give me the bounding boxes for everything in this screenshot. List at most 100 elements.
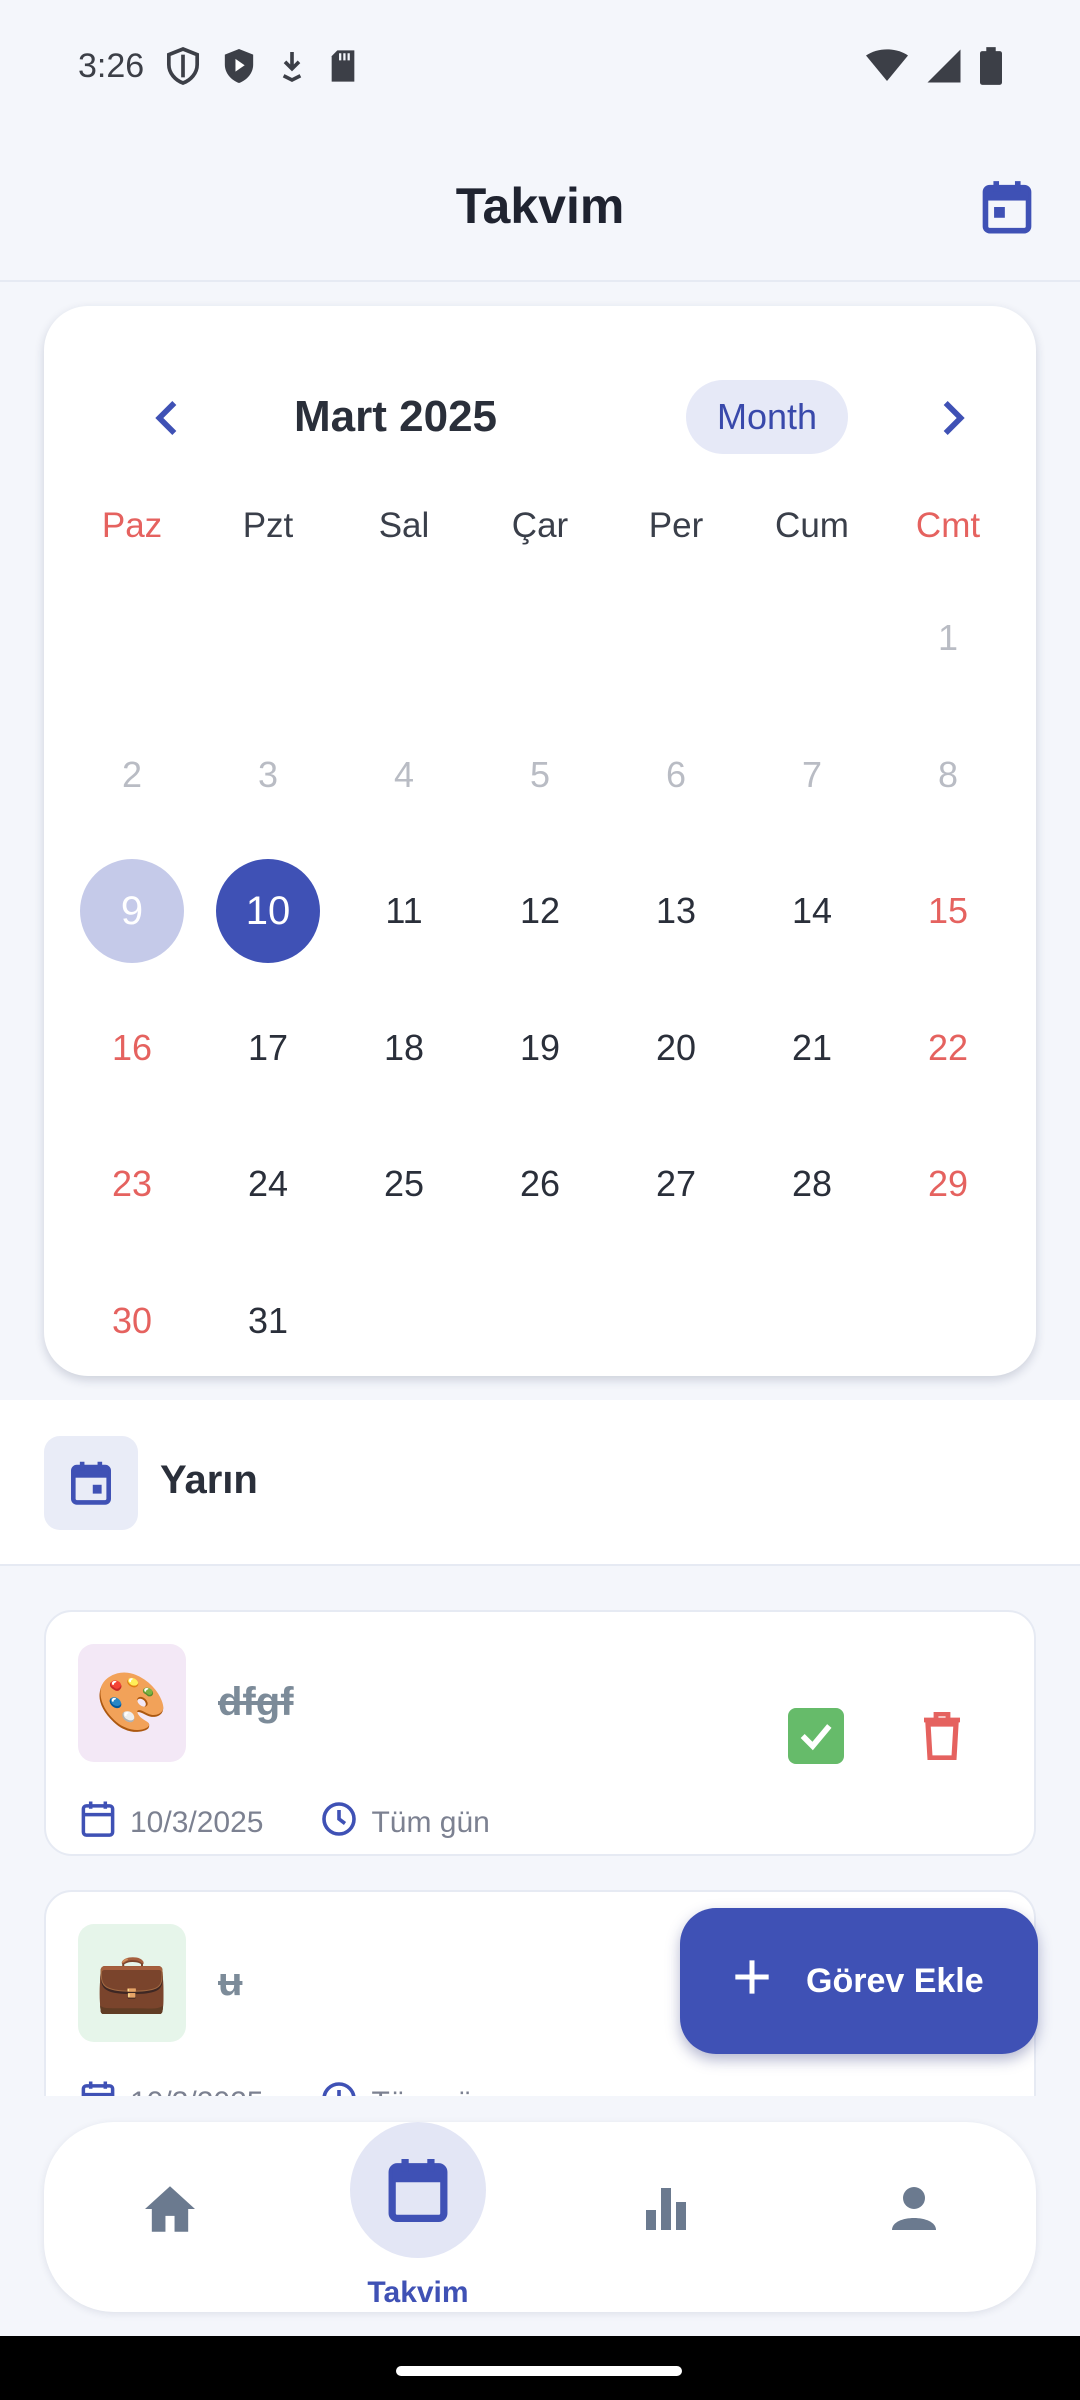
calendar-day[interactable]: 5 [472, 707, 608, 844]
add-task-label: Görev Ekle [806, 1961, 984, 2000]
calendar-day-number: 27 [655, 1163, 697, 1205]
calendar-day[interactable]: 23 [64, 1116, 200, 1253]
weekday-label: Çar [511, 506, 569, 545]
calendar-day[interactable]: 27 [608, 1116, 744, 1253]
add-task-button[interactable]: Görev Ekle [680, 1908, 1038, 2054]
calendar-day[interactable]: 3 [200, 707, 336, 844]
cell-signal-icon [926, 48, 962, 84]
calendar-day[interactable]: 9 [64, 843, 200, 980]
status-bar: 3:26 [0, 0, 1080, 132]
calendar-day[interactable]: 6 [608, 707, 744, 844]
section-title: Yarın [160, 1458, 258, 1502]
calendar-day[interactable]: 25 [336, 1116, 472, 1253]
calendar-day[interactable]: 29 [880, 1116, 1016, 1253]
bar-chart-icon [642, 2184, 690, 2237]
task-meta: 10/3/2025 Tüm gün [80, 2080, 490, 2096]
plus-icon [732, 1957, 772, 2006]
calendar-day[interactable]: 11 [336, 843, 472, 980]
calendar-day-number: 1 [937, 617, 959, 659]
calendar-day-number: 9 [80, 859, 184, 964]
calendar-day[interactable]: 12 [472, 843, 608, 980]
calendar-day-number: 24 [247, 1163, 289, 1205]
calendar-day[interactable]: 21 [744, 980, 880, 1117]
calendar-day[interactable]: 31 [200, 1253, 336, 1390]
weekday-label: Cum [775, 506, 849, 545]
format-toggle-button[interactable]: Month [686, 380, 848, 454]
calendar-day[interactable]: 28 [744, 1116, 880, 1253]
calendar-day[interactable]: 30 [64, 1253, 200, 1390]
calendar-day-number: 23 [111, 1163, 153, 1205]
checkbox-checked-icon[interactable] [788, 1708, 844, 1764]
calendar-day[interactable]: 14 [744, 843, 880, 980]
calendar-day[interactable]: 4 [336, 707, 472, 844]
task-title: u [218, 1960, 243, 2004]
calendar-day[interactable]: 18 [336, 980, 472, 1117]
download-icon [278, 49, 306, 83]
calendar-day-number: 21 [791, 1026, 833, 1068]
calendar-day-number: 18 [383, 1026, 425, 1068]
weekday-row: Paz Pzt Sal Çar Per Cum Cmt [64, 496, 1016, 556]
calendar-day-number: 5 [529, 753, 551, 795]
calendar-event-icon [44, 1436, 138, 1530]
calendar-day-number: 6 [665, 753, 687, 795]
bottom-navigation: Takvim [44, 2122, 1036, 2312]
calendar-day[interactable]: 17 [200, 980, 336, 1117]
person-icon [890, 2184, 938, 2237]
chevron-right-icon[interactable] [930, 394, 978, 442]
section-header: Yarın [0, 1400, 1080, 1566]
calendar-day[interactable]: 15 [880, 843, 1016, 980]
calendar-today-icon[interactable] [974, 174, 1040, 240]
shield-play-icon [222, 47, 256, 85]
weekday-label: Sal [378, 506, 430, 545]
calendar-day-number: 25 [383, 1163, 425, 1205]
calendar-day[interactable]: 8 [880, 707, 1016, 844]
nav-item-stats[interactable] [566, 2122, 766, 2312]
task-time: Tüm gün [371, 1806, 490, 1839]
task-time: Tüm gün [371, 2086, 489, 2096]
calendar-day[interactable]: 1 [880, 570, 1016, 707]
calendar-card: Mart 2025 Month Paz Pzt Sal Çar Per Cum … [44, 306, 1036, 1376]
nav-item-home[interactable] [70, 2122, 270, 2312]
task-card[interactable]: 🎨 dfgf 10/3/2025 Tüm gün [44, 1610, 1036, 1856]
calendar-day-number: 12 [519, 890, 561, 932]
task-title: dfgf [218, 1680, 294, 1724]
calendar-day-number: 26 [519, 1163, 561, 1205]
calendar-day-number: 30 [111, 1299, 153, 1341]
nav-label-calendar: Takvim [367, 2276, 469, 2309]
calendar-day[interactable]: 10 [200, 843, 336, 980]
calendar-icon [350, 2122, 486, 2258]
clock-icon [321, 2081, 357, 2096]
chevron-left-icon[interactable] [142, 394, 190, 442]
calendar-day-number: 17 [247, 1026, 289, 1068]
task-category-icon: 🎨 [78, 1644, 186, 1762]
weekday-label: Pzt [242, 506, 294, 545]
calendar-day-number: 19 [519, 1026, 561, 1068]
clock-icon [321, 1801, 357, 1845]
nav-item-calendar[interactable]: Takvim [318, 2122, 518, 2312]
home-indicator[interactable] [396, 2366, 682, 2376]
nav-item-profile[interactable] [814, 2122, 1014, 2312]
shield-outline-icon [166, 47, 200, 85]
calendar-day-number: 7 [801, 753, 823, 795]
calendar-day-number: 22 [927, 1026, 969, 1068]
calendar-day[interactable]: 7 [744, 707, 880, 844]
task-date: 10/3/2025 [130, 1806, 264, 1839]
calendar-day[interactable]: 2 [64, 707, 200, 844]
wifi-icon [866, 49, 908, 83]
battery-icon [980, 47, 1002, 85]
calendar-day[interactable]: 19 [472, 980, 608, 1117]
calendar-day[interactable]: 26 [472, 1116, 608, 1253]
calendar-day[interactable]: 20 [608, 980, 744, 1117]
calendar-day-number: 3 [257, 753, 279, 795]
calendar-day[interactable]: 22 [880, 980, 1016, 1117]
calendar-day[interactable]: 16 [64, 980, 200, 1117]
delete-icon[interactable] [914, 1704, 970, 1768]
calendar-day-number: 10 [216, 859, 320, 964]
calendar-day[interactable]: 13 [608, 843, 744, 980]
calendar-day-number: 29 [927, 1163, 969, 1205]
calendar-day[interactable]: 24 [200, 1116, 336, 1253]
calendar-day-number: 4 [393, 753, 415, 795]
calendar-day-number: 8 [937, 753, 959, 795]
calendar-day-number: 2 [121, 753, 143, 795]
calendar-day-number: 16 [111, 1026, 153, 1068]
